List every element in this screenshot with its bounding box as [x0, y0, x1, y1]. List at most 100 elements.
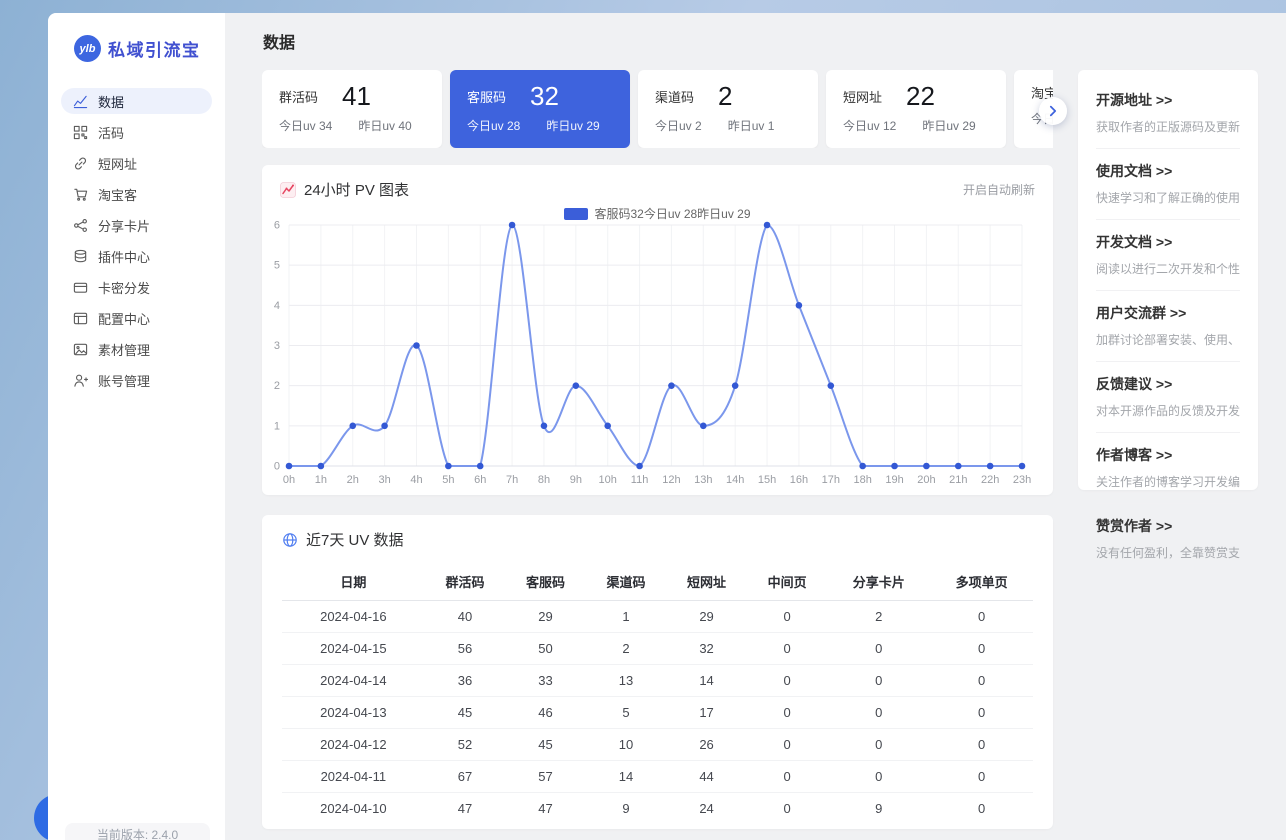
pv-chart-card: 24小时 PV 图表 开启自动刷新 客服码32今日uv 28昨日uv 29 01… [262, 165, 1053, 495]
chart-icon [73, 94, 88, 109]
cards-next-button[interactable] [1039, 97, 1067, 125]
sidebar-item-插件中心[interactable]: 插件中心 [61, 243, 212, 269]
stat-card-渠道码[interactable]: 渠道码 2 今日uv 2 昨日uv 1 [638, 70, 818, 148]
table-cell: 56 [425, 633, 506, 665]
link-description: 没有任何盈利，全靠赞赏支持... [1096, 544, 1240, 561]
main-content: 数据 群活码 41 今日uv 34 昨日uv 40 客服码 32 今日uv 28… [225, 13, 1286, 840]
link-icon [73, 156, 88, 171]
auto-refresh-link[interactable]: 开启自动刷新 [963, 181, 1035, 198]
table-cell: 0 [930, 729, 1033, 761]
sidebar-item-label: 活码 [98, 123, 124, 142]
link-title: 作者博客 >> [1096, 445, 1240, 465]
chart-title: 24小时 PV 图表 [304, 179, 409, 200]
stat-card-today-uv: 今日uv 12 [843, 117, 896, 134]
stat-card-label: 群活码 [279, 87, 318, 106]
stat-card-top: 客服码 32 [467, 83, 613, 109]
stat-card-today-uv: 今日uv 34 [279, 117, 332, 134]
table-cell: 45 [425, 697, 506, 729]
sidebar-item-淘宝客[interactable]: 淘宝客 [61, 181, 212, 207]
stat-card-群活码[interactable]: 群活码 41 今日uv 34 昨日uv 40 [262, 70, 442, 148]
table-cell-date: 2024-04-11 [282, 761, 425, 793]
table-column-header: 中间页 [747, 563, 828, 601]
table-cell: 0 [747, 601, 828, 633]
sidebar-item-短网址[interactable]: 短网址 [61, 150, 212, 176]
sidebar-item-素材管理[interactable]: 素材管理 [61, 336, 212, 362]
table-cell: 52 [425, 729, 506, 761]
qr-icon [73, 125, 88, 140]
link-title: 赞赏作者 >> [1096, 516, 1240, 536]
table-cell: 33 [505, 665, 586, 697]
link-item-反馈建议[interactable]: 反馈建议 >> 对本开源作品的反馈及开发建... [1096, 362, 1240, 433]
table-cell: 0 [827, 633, 930, 665]
svg-text:1h: 1h [315, 474, 327, 486]
stat-card-客服码[interactable]: 客服码 32 今日uv 28 昨日uv 29 [450, 70, 630, 148]
sidebar-item-label: 淘宝客 [98, 185, 137, 204]
link-arrow: >> [1156, 447, 1172, 463]
sidebar-item-卡密分发[interactable]: 卡密分发 [61, 274, 212, 300]
table-cell: 0 [930, 601, 1033, 633]
logo-badge-icon: ylb [74, 35, 101, 62]
link-item-开发文档[interactable]: 开发文档 >> 阅读以进行二次开发和个性化... [1096, 220, 1240, 291]
svg-text:20h: 20h [917, 474, 935, 486]
link-description: 对本开源作品的反馈及开发建... [1096, 402, 1240, 419]
table-row: 2024-04-155650232000 [282, 633, 1033, 665]
sidebar-item-label: 素材管理 [98, 340, 150, 359]
table-cell-date: 2024-04-14 [282, 665, 425, 697]
link-title: 用户交流群 >> [1096, 303, 1240, 323]
link-item-用户交流群[interactable]: 用户交流群 >> 加群讨论部署安装、使用、开... [1096, 291, 1240, 362]
sidebar-item-配置中心[interactable]: 配置中心 [61, 305, 212, 331]
globe-icon [282, 532, 298, 548]
link-item-开源地址[interactable]: 开源地址 >> 获取作者的正版源码及更新动... [1096, 78, 1240, 149]
svg-text:13h: 13h [694, 474, 712, 486]
link-description: 加群讨论部署安装、使用、开... [1096, 331, 1240, 348]
link-title: 使用文档 >> [1096, 161, 1240, 181]
table-cell: 2 [586, 633, 667, 665]
svg-text:17h: 17h [822, 474, 840, 486]
uv-table: 日期群活码客服码渠道码短网址中间页分享卡片多项单页 2024-04-164029… [282, 563, 1033, 824]
svg-text:21h: 21h [949, 474, 967, 486]
stat-card-sub: 今日uv 34 昨日uv 40 [279, 117, 425, 134]
table-cell: 46 [505, 697, 586, 729]
link-item-使用文档[interactable]: 使用文档 >> 快速学习和了解正确的使用姿... [1096, 149, 1240, 220]
line-chart-icon [280, 182, 296, 198]
table-row: 2024-04-1436331314000 [282, 665, 1033, 697]
sidebar-item-分享卡片[interactable]: 分享卡片 [61, 212, 212, 238]
sidebar-item-数据[interactable]: 数据 [61, 88, 212, 114]
svg-text:19h: 19h [885, 474, 903, 486]
table-column-header: 短网址 [666, 563, 747, 601]
link-title: 开源地址 >> [1096, 90, 1240, 110]
table-cell: 5 [586, 697, 667, 729]
table-row: 2024-04-1167571444000 [282, 761, 1033, 793]
stat-card-label: 短网址 [843, 87, 882, 106]
table-cell: 10 [586, 729, 667, 761]
table-column-header: 分享卡片 [827, 563, 930, 601]
sidebar-item-label: 短网址 [98, 154, 137, 173]
svg-text:6h: 6h [474, 474, 486, 486]
stack-icon [73, 249, 88, 264]
table-card-header: 近7天 UV 数据 [282, 529, 1033, 550]
table-cell: 26 [666, 729, 747, 761]
sidebar-item-label: 分享卡片 [98, 216, 150, 235]
link-arrow: >> [1156, 518, 1172, 534]
sidebar-item-label: 插件中心 [98, 247, 150, 266]
link-title: 开发文档 >> [1096, 232, 1240, 252]
table-cell: 2 [827, 601, 930, 633]
svg-text:18h: 18h [853, 474, 871, 486]
sidebar-item-账号管理[interactable]: 账号管理 [61, 367, 212, 393]
link-arrow: >> [1156, 376, 1172, 392]
table-cell: 17 [666, 697, 747, 729]
stat-card-短网址[interactable]: 短网址 22 今日uv 12 昨日uv 29 [826, 70, 1006, 148]
chevron-right-icon [1046, 104, 1060, 118]
link-item-赞赏作者[interactable]: 赞赏作者 >> 没有任何盈利，全靠赞赏支持... [1096, 504, 1240, 574]
table-title: 近7天 UV 数据 [306, 529, 404, 550]
svg-text:3: 3 [274, 340, 280, 352]
svg-text:12h: 12h [662, 474, 680, 486]
stat-card-top: 群活码 41 [279, 83, 425, 109]
svg-text:2: 2 [274, 380, 280, 392]
table-row: 2024-04-134546517000 [282, 697, 1033, 729]
svg-text:5h: 5h [442, 474, 454, 486]
table-row: 2024-04-164029129020 [282, 601, 1033, 633]
link-item-作者博客[interactable]: 作者博客 >> 关注作者的博客学习开发编程... [1096, 433, 1240, 504]
svg-text:6: 6 [274, 220, 280, 232]
sidebar-item-活码[interactable]: 活码 [61, 119, 212, 145]
